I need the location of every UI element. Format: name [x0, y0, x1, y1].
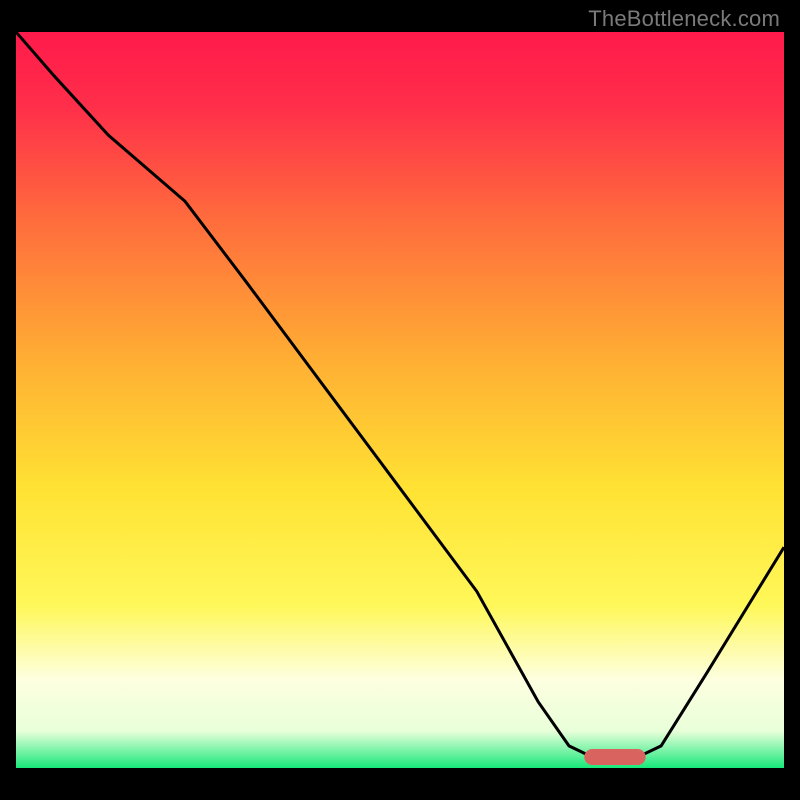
- watermark-text: TheBottleneck.com: [588, 6, 780, 32]
- gradient-background: [16, 32, 784, 768]
- chart-frame: [16, 32, 784, 784]
- bottleneck-chart: [16, 32, 784, 784]
- x-axis-band: [16, 768, 784, 784]
- sweet-spot-marker: [584, 749, 645, 765]
